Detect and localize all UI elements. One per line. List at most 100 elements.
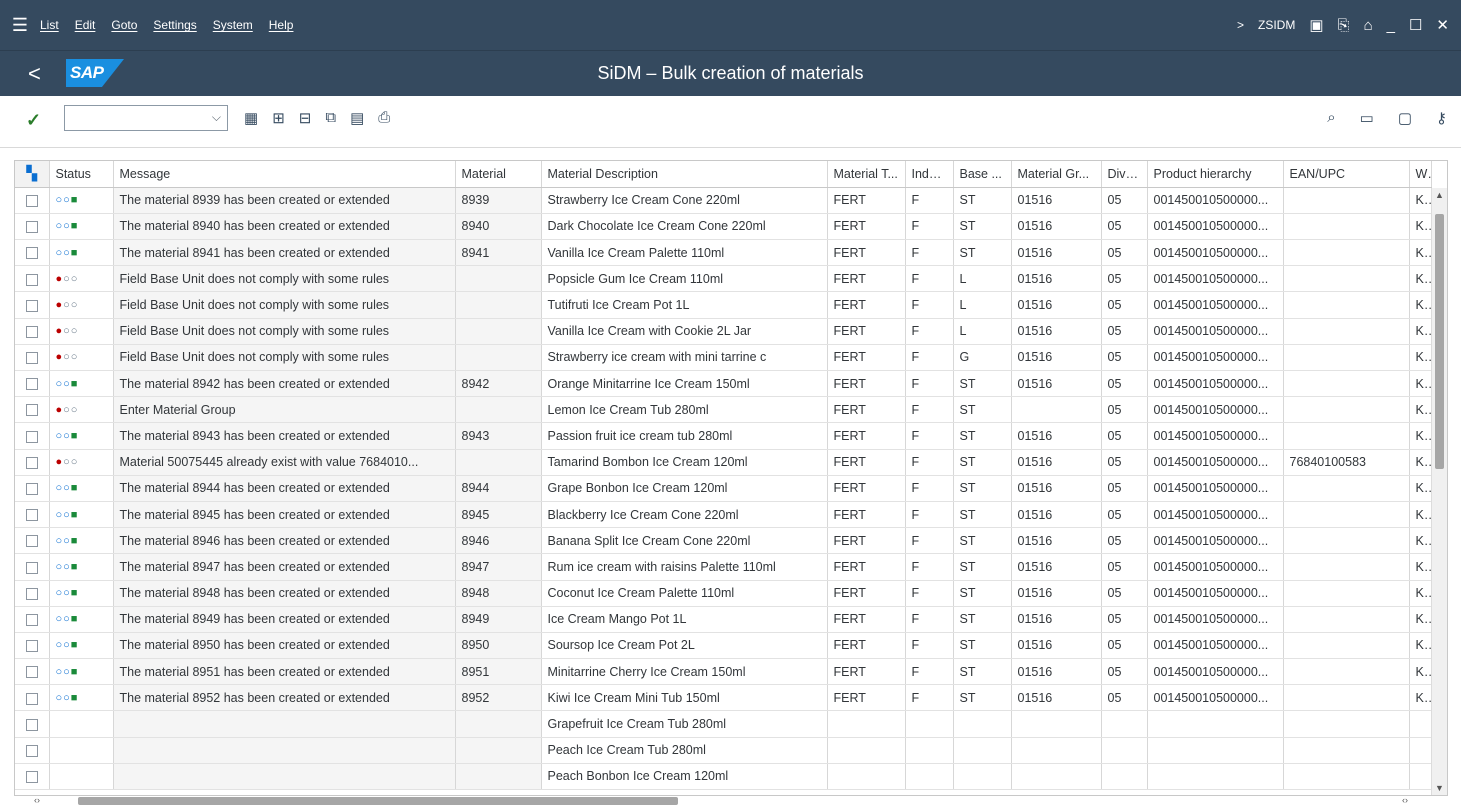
- table-row[interactable]: ●○○ Field Base Unit does not comply with …: [15, 318, 1432, 345]
- cell-base-unit[interactable]: L: [953, 291, 1012, 319]
- cell-industry[interactable]: F: [905, 475, 954, 502]
- cell-material-group[interactable]: [1011, 396, 1102, 424]
- cell-division[interactable]: 05: [1101, 449, 1148, 476]
- cell-material[interactable]: 8945: [455, 501, 542, 529]
- row-select-cell[interactable]: [15, 318, 50, 345]
- cell-material-group[interactable]: 01516: [1011, 318, 1102, 345]
- copy-icon[interactable]: ⧉: [325, 109, 336, 127]
- cell-base-unit[interactable]: ST: [953, 449, 1012, 476]
- cell-w[interactable]: K(: [1409, 553, 1432, 581]
- row-checkbox[interactable]: [25, 325, 38, 338]
- col-header-product-hierarchy[interactable]: Product hierarchy: [1147, 161, 1284, 188]
- cell-product-hierarchy[interactable]: 001450010500000...: [1147, 475, 1284, 502]
- window-icon[interactable]: ▭: [1360, 109, 1374, 127]
- cell-material[interactable]: 8949: [455, 606, 542, 633]
- cell-industry[interactable]: F: [905, 501, 954, 529]
- row-checkbox[interactable]: [25, 194, 38, 207]
- cell-division[interactable]: [1101, 763, 1148, 791]
- cell-base-unit[interactable]: ST: [953, 239, 1012, 267]
- cell-material-type[interactable]: FERT: [827, 370, 906, 398]
- col-header-base-unit[interactable]: Base ...: [953, 161, 1012, 188]
- cell-ean-upc[interactable]: [1283, 239, 1410, 267]
- cell-product-hierarchy[interactable]: 001450010500000...: [1147, 344, 1284, 372]
- cell-base-unit[interactable]: L: [953, 265, 1012, 293]
- cell-description[interactable]: Tamarind Bombon Ice Cream 120ml: [541, 449, 828, 476]
- cell-ean-upc[interactable]: [1283, 632, 1410, 660]
- cell-industry[interactable]: F: [905, 370, 954, 398]
- table-row[interactable]: ●○○ Enter Material Group Lemon Ice Cream T…: [15, 396, 1432, 424]
- cell-w[interactable]: K(: [1409, 265, 1432, 293]
- table-row[interactable]: ○○■ The material 8945 has been created or…: [15, 501, 1432, 529]
- cell-material-type[interactable]: FERT: [827, 475, 906, 502]
- row-checkbox[interactable]: [25, 404, 38, 417]
- cell-status[interactable]: ●○○: [49, 396, 114, 424]
- cell-w[interactable]: [1409, 763, 1432, 791]
- cell-industry[interactable]: F: [905, 265, 954, 293]
- cell-industry[interactable]: F: [905, 658, 954, 686]
- cell-material[interactable]: [455, 763, 542, 791]
- cell-product-hierarchy[interactable]: 001450010500000...: [1147, 632, 1284, 660]
- cell-product-hierarchy[interactable]: 001450010500000...: [1147, 370, 1284, 398]
- col-header-status[interactable]: Status: [49, 161, 114, 188]
- cell-message[interactable]: The material 8949 has been created or ex…: [113, 606, 456, 633]
- cell-ean-upc[interactable]: [1283, 475, 1410, 502]
- row-select-cell[interactable]: [15, 187, 50, 214]
- cell-message[interactable]: The material 8944 has been created or ex…: [113, 475, 456, 502]
- row-select-cell[interactable]: [15, 632, 50, 660]
- cell-division[interactable]: 05: [1101, 239, 1148, 267]
- table-icon[interactable]: ▦: [244, 109, 258, 127]
- cell-message[interactable]: The material 8940 has been created or ex…: [113, 213, 456, 241]
- table-row[interactable]: ○○■ The material 8940 has been created or…: [15, 213, 1432, 241]
- cell-product-hierarchy[interactable]: 001450010500000...: [1147, 291, 1284, 319]
- col-header-division[interactable]: Divisi...: [1101, 161, 1148, 188]
- row-checkbox[interactable]: [25, 378, 38, 391]
- cell-material-group[interactable]: 01516: [1011, 475, 1102, 502]
- scroll-left-icon[interactable]: ‹›: [34, 795, 40, 805]
- cell-division[interactable]: [1101, 737, 1148, 764]
- cell-material[interactable]: 8950: [455, 632, 542, 660]
- cell-description[interactable]: Coconut Ice Cream Palette 110ml: [541, 580, 828, 607]
- cell-base-unit[interactable]: ST: [953, 553, 1012, 581]
- cell-status[interactable]: ○○■: [49, 239, 114, 267]
- cell-base-unit[interactable]: ST: [953, 475, 1012, 502]
- row-checkbox[interactable]: [25, 666, 38, 679]
- cell-ean-upc[interactable]: [1283, 580, 1410, 607]
- cell-w[interactable]: K(: [1409, 213, 1432, 241]
- cell-base-unit[interactable]: [953, 737, 1012, 764]
- table-row[interactable]: ●○○ Field Base Unit does not comply with …: [15, 265, 1432, 293]
- cell-w[interactable]: K(: [1409, 475, 1432, 502]
- cell-product-hierarchy[interactable]: 001450010500000...: [1147, 187, 1284, 214]
- table-row[interactable]: ●○○ Field Base Unit does not comply with …: [15, 344, 1432, 372]
- cell-w[interactable]: K(: [1409, 606, 1432, 633]
- cell-industry[interactable]: F: [905, 239, 954, 267]
- row-select-cell[interactable]: [15, 449, 50, 476]
- cell-material[interactable]: 8939: [455, 187, 542, 214]
- row-select-cell[interactable]: [15, 501, 50, 529]
- close-icon[interactable]: ✕: [1436, 16, 1449, 34]
- cell-base-unit[interactable]: ST: [953, 422, 1012, 450]
- cell-base-unit[interactable]: ST: [953, 370, 1012, 398]
- menu-list[interactable]: List: [40, 18, 59, 32]
- cell-product-hierarchy[interactable]: 001450010500000...: [1147, 684, 1284, 712]
- cell-message[interactable]: The material 8942 has been created or ex…: [113, 370, 456, 398]
- cell-ean-upc[interactable]: [1283, 710, 1410, 738]
- row-checkbox[interactable]: [25, 771, 38, 784]
- cell-material-type[interactable]: FERT: [827, 684, 906, 712]
- fill-icon[interactable]: ▤: [350, 109, 364, 127]
- cell-material-group[interactable]: 01516: [1011, 370, 1102, 398]
- cell-material-group[interactable]: 01516: [1011, 344, 1102, 372]
- cell-w[interactable]: K(: [1409, 318, 1432, 345]
- table-row[interactable]: Grapefruit Ice Cream Tub 280ml: [15, 710, 1432, 738]
- cell-product-hierarchy[interactable]: 001450010500000...: [1147, 580, 1284, 607]
- cell-status[interactable]: ●○○: [49, 449, 114, 476]
- menu-settings[interactable]: Settings: [153, 18, 196, 32]
- row-checkbox[interactable]: [25, 535, 38, 548]
- cell-base-unit[interactable]: [953, 763, 1012, 791]
- key-icon[interactable]: ⚷: [1436, 109, 1447, 127]
- row-checkbox[interactable]: [25, 352, 38, 365]
- row-select-cell[interactable]: [15, 213, 50, 241]
- cell-message[interactable]: The material 8943 has been created or ex…: [113, 422, 456, 450]
- cell-status[interactable]: ●○○: [49, 265, 114, 293]
- cell-industry[interactable]: F: [905, 632, 954, 660]
- cell-status[interactable]: ○○■: [49, 553, 114, 581]
